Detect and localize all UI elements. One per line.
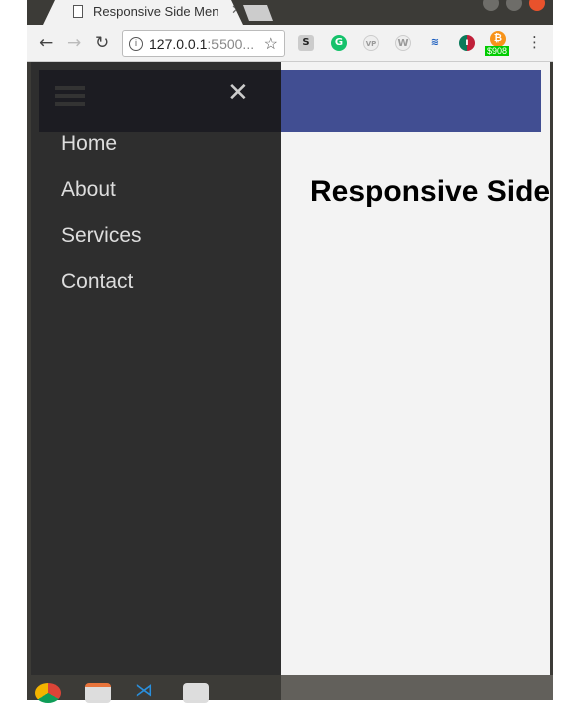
close-menu-icon[interactable]: ✕ <box>227 78 249 108</box>
info-icon: i <box>129 37 143 51</box>
side-menu-header: ✕ <box>39 70 281 132</box>
menu-item-about[interactable]: About <box>61 178 142 224</box>
browser-window: Responsive Side Menu ✕ ← → ↻ i 127.0.0.1… <box>27 0 553 703</box>
address-bar[interactable]: i 127.0.0.1:5500... ☆ <box>122 30 285 57</box>
page-title: Responsive Side Menu <box>310 175 550 208</box>
menu-item-services[interactable]: Services <box>61 224 142 270</box>
browser-toolbar: ← → ↻ i 127.0.0.1:5500... ☆ S G VP W ≋ ı… <box>27 25 553 62</box>
maximize-button[interactable] <box>506 0 522 11</box>
wordpress-icon[interactable]: W <box>395 35 411 51</box>
hamburger-icon[interactable] <box>55 86 85 110</box>
page-content: ✕ Home About Services Contact Responsive… <box>31 62 550 675</box>
forward-icon[interactable]: → <box>67 33 81 53</box>
url-rest: :5500... <box>207 36 255 52</box>
browser-tab[interactable]: Responsive Side Menu ✕ <box>43 0 243 25</box>
document-icon <box>73 5 83 18</box>
url-host: 127.0.0.1 <box>149 36 208 52</box>
tab-title: Responsive Side Menu <box>93 4 218 19</box>
grammarly-icon[interactable]: G <box>331 35 347 51</box>
chrome-icon[interactable] <box>35 683 61 703</box>
menu-dots-icon[interactable]: ⋮ <box>527 33 542 51</box>
close-window-button[interactable] <box>529 0 545 11</box>
bookmark-star-icon[interactable]: ☆ <box>264 34 278 54</box>
taskbar: ⋊ <box>27 675 553 703</box>
reload-icon[interactable]: ↻ <box>95 33 109 53</box>
files-icon[interactable] <box>85 683 111 703</box>
vscode-icon[interactable]: ⋊ <box>135 680 161 701</box>
vp-icon[interactable]: VP <box>363 35 379 51</box>
speaker-icon[interactable] <box>183 683 209 703</box>
tab-close-icon[interactable]: ✕ <box>231 3 242 18</box>
title-bar: Responsive Side Menu ✕ <box>27 0 553 25</box>
bitcoin-icon[interactable]: ₿ <box>490 31 506 47</box>
side-menu-nav: Home About Services Contact <box>61 132 142 316</box>
minimize-button[interactable] <box>483 0 499 11</box>
back-icon[interactable]: ← <box>39 33 53 53</box>
s-icon[interactable]: S <box>298 35 314 51</box>
menu-item-contact[interactable]: Contact <box>61 270 142 316</box>
extension-badge: $908 <box>485 46 510 56</box>
menu-item-home[interactable]: Home <box>61 132 142 178</box>
steem-icon[interactable]: ≋ <box>427 35 443 51</box>
tradingview-icon[interactable]: ı <box>459 35 475 51</box>
new-tab-button[interactable] <box>243 5 273 21</box>
